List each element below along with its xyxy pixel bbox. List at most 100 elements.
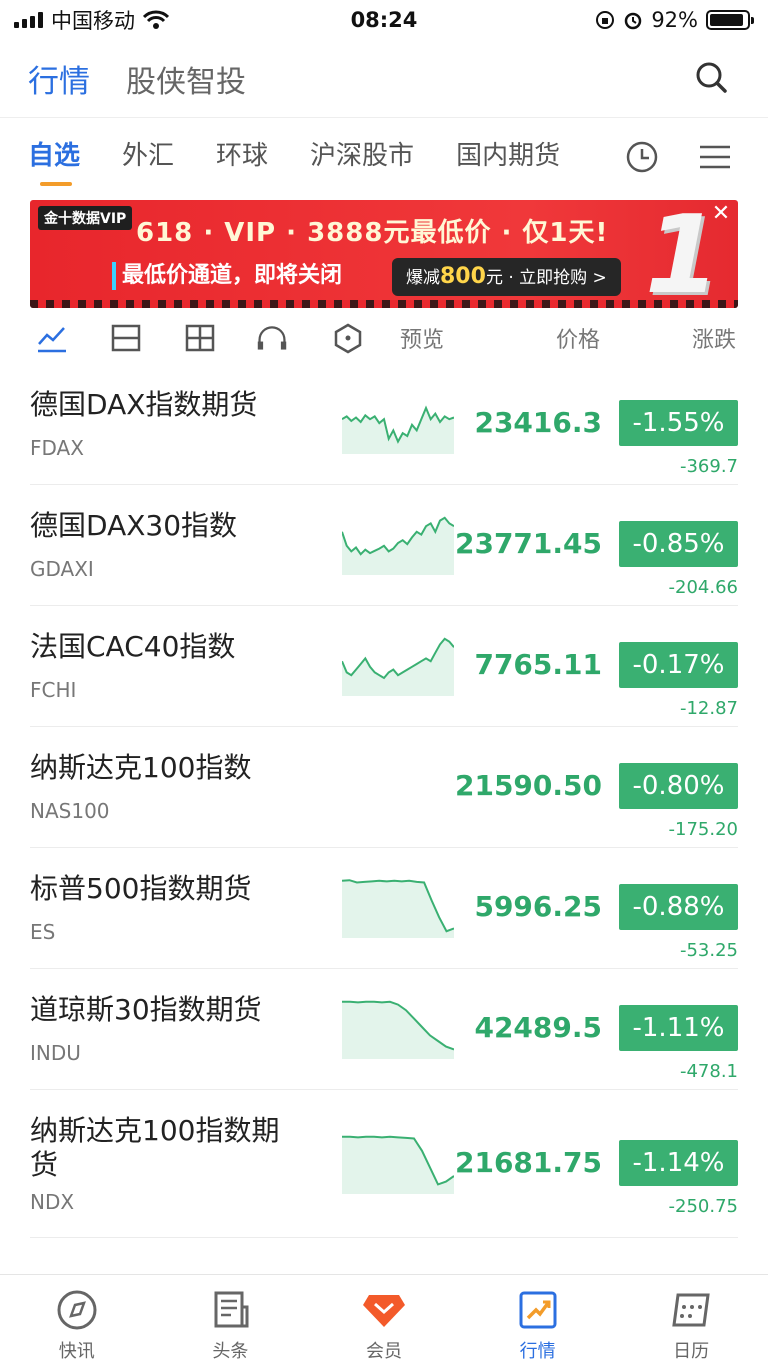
instrument-name: 标普500指数期货 [30,872,252,905]
instrument-name: 德国DAX30指数 [30,509,238,542]
headphones-icon[interactable] [256,322,288,354]
chart-up-icon [519,1291,557,1329]
column-preview: 预览 [400,328,445,353]
change-value: -53.25 [679,940,738,961]
banner-headline: 618 · VIP · 3888元最低价 · 仅1天! [136,218,609,248]
nav-label: 日历 [673,1341,710,1362]
status-bar: 中国移动 08:24 92% [0,0,768,40]
tab-watchlist[interactable]: 自选 [28,124,80,190]
cta-suffix: 元 · 立即抢购 > [485,268,607,288]
nav-headlines[interactable]: 头条 [154,1275,308,1366]
sparkline-area [342,880,454,938]
close-icon[interactable]: ✕ [710,203,732,226]
line-chart-icon[interactable] [36,322,68,354]
grid-view-icon[interactable] [184,322,216,354]
change-percent-badge[interactable]: -0.85% [619,521,738,567]
tab-forex[interactable]: 外汇 [122,124,174,190]
sparkline [342,405,454,454]
quote-row[interactable]: 标普500指数期货 ES 5996.25 -0.88% -53.25 [30,848,738,969]
bottom-nav: 快讯 头条 会员 行情 日历 [0,1274,768,1366]
instrument-name: 法国CAC40指数 [30,630,236,663]
promo-banner[interactable]: 金十数据VIP 1 618 · VIP · 3888元最低价 · 仅1天! 最低… [30,200,738,308]
price: 23416.3 [474,406,602,439]
quote-list: 德国DAX指数期货 FDAX 23416.3 -1.55% -369.7 德国D… [30,364,738,1238]
sparkline [342,1135,454,1194]
price: 42489.5 [474,1011,602,1044]
sparkline-area [342,1001,454,1059]
column-price[interactable]: 价格 [556,322,600,354]
change-percent-badge[interactable]: -0.80% [619,763,738,809]
banner-stripe [30,300,738,308]
app-header: 行情 股侠智投 [0,40,768,118]
carrier-label: 中国移动 [51,9,135,33]
banner-logo: 金十数据VIP [38,206,133,230]
vip-618-icon [362,1295,405,1327]
banner-cta-button[interactable]: 爆减800元 · 立即抢购 > [392,258,621,296]
change-value: -204.66 [668,577,738,598]
cell-signal-icon [14,12,43,28]
list-view-icon[interactable] [110,322,142,354]
price: 5996.25 [474,890,602,923]
quote-row[interactable]: 道琼斯30指数期货 INDU 42489.5 -1.11% -478.1 [30,969,738,1090]
banner-big-number: 1 [644,200,720,309]
sparkline-area [342,1136,454,1194]
instrument-code: GDAXI [30,557,94,581]
instrument-code: NDX [30,1190,75,1214]
sparkline [342,516,454,575]
sparkline [342,879,454,938]
battery-percent: 92% [651,8,698,32]
quote-row[interactable]: 纳斯达克100指数 NAS100 21590.50 -0.80% -175.20 [30,727,738,848]
cta-prefix: 爆减 [406,268,440,288]
column-change[interactable]: 涨跌 [692,322,736,354]
sparkline [342,1000,454,1059]
banner-subline: 最低价通道，即将关闭 [112,262,342,290]
nav-calendar[interactable]: 日历 [614,1275,768,1366]
price: 21590.50 [454,769,602,802]
menu-icon[interactable] [698,140,732,174]
quote-row[interactable]: 纳斯达克100指数期货 NDX 21681.75 -1.14% -250.75 [30,1090,738,1238]
quote-row[interactable]: 德国DAX指数期货 FDAX 23416.3 -1.55% -369.7 [30,364,738,485]
nav-label: 会员 [365,1341,402,1362]
change-percent-badge[interactable]: -0.17% [619,642,738,688]
cta-amount: 800 [440,264,486,289]
instrument-name: 德国DAX指数期货 [30,388,258,421]
change-percent-badge[interactable]: -1.14% [619,1140,738,1186]
nav-market[interactable]: 行情 [461,1275,615,1366]
wifi-icon [143,10,169,29]
instrument-name: 纳斯达克100指数 [30,751,252,784]
sparkline-area [342,408,454,454]
change-percent-badge[interactable]: -1.55% [619,400,738,446]
nav-label: 头条 [212,1341,249,1362]
nav-membership[interactable]: 会员 [307,1275,461,1366]
tab-a-shares[interactable]: 沪深股市 [310,124,414,190]
news-icon [214,1291,249,1328]
quote-row[interactable]: 法国CAC40指数 FCHI 7765.11 -0.17% -12.87 [30,606,738,727]
instrument-code: ES [30,920,56,944]
tab-smart-invest[interactable]: 股侠智投 [126,57,246,101]
sparkline [342,637,454,696]
hexagon-icon[interactable] [332,322,364,354]
list-column-header: 预览 价格 涨跌 [0,316,768,358]
price: 21681.75 [454,1146,602,1179]
orientation-lock-icon [596,11,615,29]
alarm-icon [625,12,642,30]
instrument-code: INDU [30,1041,81,1065]
clock-icon[interactable] [625,140,659,174]
change-value: -369.7 [679,456,738,477]
nav-label: 行情 [519,1341,556,1362]
tab-global[interactable]: 环球 [216,124,268,190]
change-percent-badge[interactable]: -1.11% [619,1005,738,1051]
nav-flash-news[interactable]: 快讯 [0,1275,154,1366]
nav-label: 快讯 [58,1341,95,1362]
tab-market[interactable]: 行情 [28,56,90,101]
tab-domestic-futures[interactable]: 国内期货 [456,124,560,190]
price: 7765.11 [474,648,602,681]
search-icon[interactable] [694,60,728,94]
change-value: -250.75 [668,1196,738,1217]
instrument-name: 纳斯达克100指数期货 [30,1114,280,1181]
change-percent-badge[interactable]: -0.88% [619,884,738,930]
quote-row[interactable]: 德国DAX30指数 GDAXI 23771.45 -0.85% -204.66 [30,485,738,606]
instrument-name: 道琼斯30指数期货 [30,993,262,1026]
battery-icon [706,10,754,30]
instrument-code: FDAX [30,436,84,460]
